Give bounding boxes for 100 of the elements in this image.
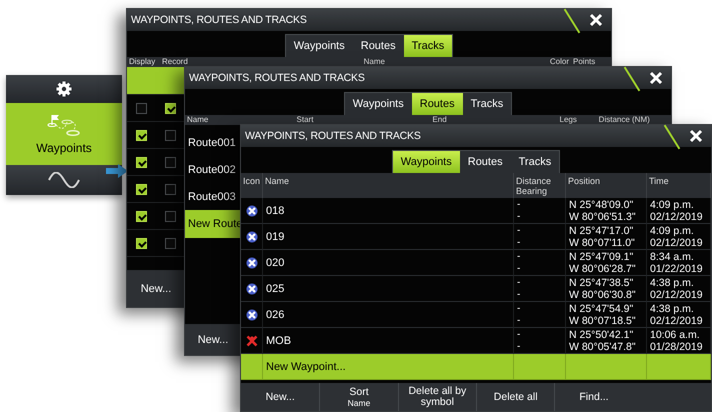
longitude: W 80°05'47.8" [569, 340, 637, 352]
column-header: Display [128, 57, 156, 67]
column-header: Time [647, 173, 711, 198]
checkbox[interactable] [165, 156, 176, 168]
longitude: W 80°07'11.0" [569, 236, 636, 248]
latitude: N 25°47'09.1" [569, 250, 634, 262]
window-title: WAYPOINTS, ROUTES AND TRACKS [245, 130, 422, 142]
checkbox[interactable] [136, 102, 147, 114]
waypoint-marker-icon [246, 308, 258, 320]
date: 02/12/2019 [650, 314, 704, 326]
bearing: - [517, 314, 522, 326]
time: 8:34 a.m. [650, 250, 695, 262]
waypoint-name[interactable]: 025 [266, 282, 513, 294]
column-header: Start [296, 115, 314, 125]
tab[interactable]: Tracks [404, 35, 452, 57]
waypoint-marker-icon [246, 204, 258, 216]
time: 10:06 a.m. [650, 328, 701, 340]
bearing: - [517, 340, 522, 352]
distance: - [517, 276, 522, 288]
longitude: W 80°07'18.5" [569, 314, 637, 326]
latitude: N 25°47'17.0" [569, 224, 634, 236]
latitude: N 25°48'09.0" [569, 198, 634, 210]
footer-button[interactable]: Sort Name [319, 383, 398, 411]
waypoint-marker-icon [246, 282, 258, 294]
tab[interactable]: Tracks [462, 93, 512, 115]
window-title: WAYPOINTS, ROUTES AND TRACKS [131, 14, 308, 26]
tab[interactable]: Routes [412, 93, 463, 115]
waypoint-name[interactable]: 020 [266, 256, 513, 268]
longitude: W 80°06'51.3" [569, 210, 637, 222]
tab[interactable]: Waypoints [286, 35, 353, 57]
selected-row[interactable]: New Waypoint... [241, 354, 711, 380]
distance: - [517, 328, 522, 340]
window-title: WAYPOINTS, ROUTES AND TRACKS [189, 72, 366, 84]
table-row[interactable]: 018 - - N 25°48'09.0" W 80°06'51.3" 4:09 p.m. 02/12/2019 [241, 198, 711, 224]
waypoint-name[interactable]: New Waypoint... [266, 360, 513, 372]
date: 01/22/2019 [650, 262, 704, 274]
date: 02/12/2019 [650, 288, 704, 300]
column-header: Distance Bearing [514, 173, 566, 198]
column-header: Position [566, 173, 647, 198]
latitude: N 25°47'38.5" [569, 276, 634, 288]
footer-button[interactable]: Find... [554, 383, 633, 411]
distance: - [517, 198, 522, 210]
waypoint-marker-icon [246, 230, 258, 242]
column-header: End [431, 115, 448, 125]
tab[interactable]: Waypoints [392, 151, 460, 173]
pointer-arrow [106, 164, 128, 178]
menu-item[interactable] [6, 165, 122, 195]
column-header: Distance (NM) [598, 115, 651, 125]
time: 4:09 p.m. [650, 198, 695, 210]
bearing: - [517, 288, 522, 300]
close-icon[interactable] [689, 129, 703, 143]
distance: - [517, 302, 522, 314]
table-row[interactable]: 026 - - N 25°47'54.9" W 80°07'18.5" 4:38 p.m. 02/12/2019 [241, 302, 711, 328]
bearing: - [517, 210, 522, 222]
new-button[interactable]: New... [127, 271, 185, 307]
settings-icon [56, 81, 72, 97]
close-icon[interactable] [589, 13, 603, 27]
tab[interactable]: Waypoints [344, 93, 412, 115]
time: 4:09 p.m. [650, 224, 695, 236]
latitude: N 25°47'54.9" [569, 302, 634, 314]
waypoint-marker-icon [246, 256, 258, 268]
date: 01/28/2019 [650, 340, 704, 352]
longitude: W 80°06'30.8" [569, 288, 637, 300]
checkbox[interactable] [165, 184, 176, 194]
time: 4:38 p.m. [650, 276, 695, 288]
new-button[interactable]: New... [185, 325, 241, 355]
checkbox[interactable] [165, 238, 176, 248]
column-header: Icon [241, 173, 263, 198]
column-header: Name [186, 115, 210, 125]
menu-item[interactable]: Waypoints [6, 103, 122, 165]
time: 4:38 p.m. [650, 302, 695, 314]
checkbox[interactable] [165, 130, 176, 140]
sine-wave-icon [48, 172, 80, 188]
date: 02/12/2019 [650, 210, 704, 222]
bearing: - [517, 236, 522, 248]
waypoint-name[interactable]: MOB [266, 334, 513, 346]
tab[interactable]: Routes [352, 35, 404, 57]
longitude: W 80°06'28.7" [569, 262, 637, 274]
table-row[interactable]: 020 - - N 25°47'09.1" W 80°06'28.7" 8:34 a.m. 01/22/2019 [241, 250, 711, 276]
footer-button[interactable]: Delete all by symbol [398, 383, 476, 411]
footer-button[interactable]: New... [241, 383, 320, 411]
tab[interactable]: Routes [460, 151, 511, 173]
column-header: Legs [558, 115, 578, 125]
checkbox[interactable] [165, 210, 176, 222]
menu-item[interactable] [6, 75, 122, 103]
waypoint-name[interactable]: 018 [266, 204, 513, 216]
tab[interactable]: Tracks [510, 151, 560, 173]
column-header: Color [548, 57, 570, 67]
column-header: Points [572, 57, 596, 67]
waypoint-name[interactable]: 019 [266, 230, 513, 242]
table-row[interactable]: 025 - - N 25°47'38.5" W 80°06'30.8" 4:38 p.m. 02/12/2019 [241, 276, 711, 302]
distance: - [517, 250, 522, 262]
distance: - [517, 224, 522, 236]
waypoint-name[interactable]: 026 [266, 308, 513, 320]
column-header: Record [161, 57, 189, 67]
table-row[interactable]: 019 - - N 25°47'17.0" W 80°07'11.0" 4:09 p.m. 02/12/2019 [241, 224, 711, 250]
close-icon[interactable] [649, 71, 663, 85]
latitude: N 25°50'42.1" [569, 328, 634, 340]
column-header: Name [362, 57, 386, 67]
footer-button[interactable]: Delete all [476, 383, 554, 411]
